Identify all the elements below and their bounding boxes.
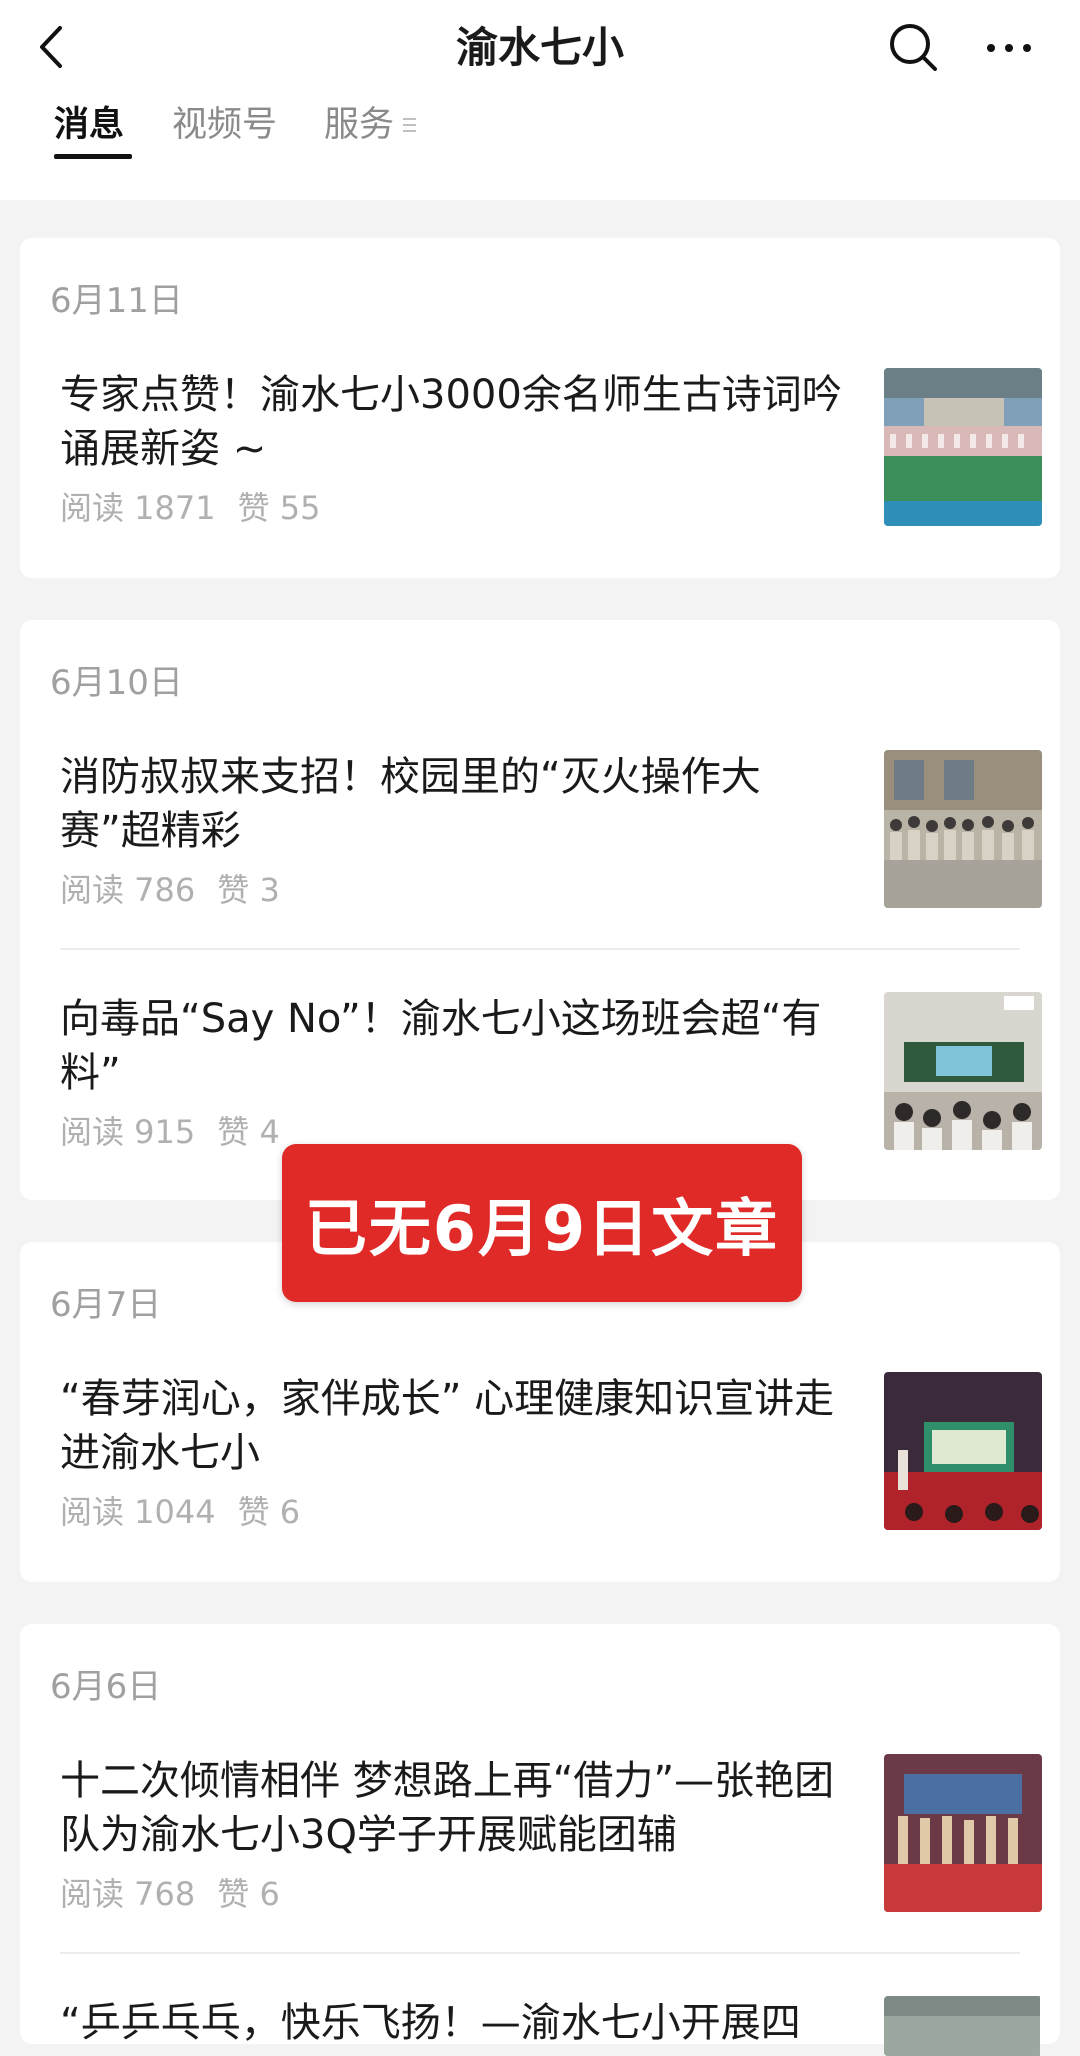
tab-messages[interactable]: 消息 (54, 100, 132, 159)
tab-active-underline (54, 154, 132, 159)
article-title: 消防叔叔来支招！校园里的“灭火操作大赛”超精彩 (60, 754, 761, 854)
read-count: 阅读 915 (60, 1113, 196, 1151)
search-icon[interactable] (886, 20, 940, 74)
date-group-card: 6月6日 十二次倾情相伴 梦想路上再“借力”—张艳团队为渝水七小3Q学子开展赋能… (20, 1624, 1060, 2056)
divider (60, 948, 1020, 950)
read-count: 阅读 1044 (60, 1493, 216, 1531)
date-group-card: 6月10日 消防叔叔来支招！校园里的“灭火操作大赛”超精彩 阅读 786 赞 3 (20, 620, 1060, 1200)
like-count: 赞 55 (237, 489, 321, 527)
article-thumbnail (884, 1754, 1042, 1912)
article-thumbnail (884, 1996, 1040, 2056)
article-thumbnail (884, 992, 1042, 1150)
article-item[interactable]: 专家点赞！渝水七小3000余名师生古诗词吟诵展新姿 ~ 阅读 1871 赞 55 (60, 368, 1042, 548)
article-stats: 阅读 768 赞 6 (60, 1872, 302, 1916)
article-item[interactable]: “春芽润心，家伴成长” 心理健康知识宣讲走进渝水七小 阅读 1044 赞 6 (60, 1372, 1042, 1552)
article-title: “乒乒乓乓，快乐飞扬！—渝水七小开展四 (60, 2000, 801, 2046)
group-date: 6月11日 (50, 281, 183, 321)
article-thumbnail (884, 750, 1042, 908)
article-thumbnail (884, 1372, 1042, 1530)
article-stats: 阅读 1871 赞 55 (60, 486, 343, 530)
toast-message: 已无6月9日文章 (282, 1144, 802, 1302)
like-count: 赞 6 (217, 1875, 280, 1913)
like-count: 赞 4 (217, 1113, 280, 1151)
tab-label: 服务 (324, 105, 395, 145)
article-item[interactable]: 十二次倾情相伴 梦想路上再“借力”—张艳团队为渝水七小3Q学子开展赋能团辅 阅读… (60, 1754, 1042, 1934)
tab-channels[interactable]: 视频号 (172, 100, 277, 150)
tab-label: 视频号 (172, 105, 278, 145)
article-item[interactable]: 消防叔叔来支招！校园里的“灭火操作大赛”超精彩 阅读 786 赞 3 (60, 750, 1042, 930)
like-count: 赞 6 (237, 1493, 301, 1531)
group-date: 6月10日 (50, 663, 183, 703)
article-title: “春芽润心，家伴成长” 心理健康知识宣讲走进渝水七小 (60, 1376, 835, 1476)
menu-lines-icon[interactable] (402, 114, 418, 136)
divider (60, 1952, 1020, 1954)
article-stats: 阅读 915 赞 4 (60, 1110, 302, 1154)
tab-label: 消息 (54, 105, 125, 145)
group-date: 6月7日 (50, 1285, 162, 1325)
article-stats: 阅读 1044 赞 6 (60, 1490, 322, 1534)
group-date: 6月6日 (50, 1667, 162, 1707)
article-thumbnail (884, 368, 1042, 526)
tab-services[interactable]: 服务 (324, 100, 394, 150)
date-group-card: 6月11日 专家点赞！渝水七小3000余名师生古诗词吟诵展新姿 ~ 阅读 187… (20, 238, 1060, 578)
article-title: 向毒品“Say No”！渝水七小这场班会超“有料” (60, 996, 822, 1096)
read-count: 阅读 768 (60, 1875, 196, 1913)
article-title: 十二次倾情相伴 梦想路上再“借力”—张艳团队为渝水七小3Q学子开展赋能团辅 (60, 1758, 835, 1858)
read-count: 阅读 1871 (60, 489, 216, 527)
article-item[interactable]: “乒乒乓乓，快乐飞扬！—渝水七小开展四 (60, 1996, 1040, 2056)
read-count: 阅读 786 (60, 871, 196, 909)
top-bar: 渝水七小 消息 视频号 服务 (0, 0, 1080, 200)
like-count: 赞 3 (217, 871, 280, 909)
article-stats: 阅读 786 赞 3 (60, 868, 302, 912)
article-title: 专家点赞！渝水七小3000余名师生古诗词吟诵展新姿 ~ (60, 372, 842, 472)
more-dots-icon[interactable] (984, 30, 1034, 66)
